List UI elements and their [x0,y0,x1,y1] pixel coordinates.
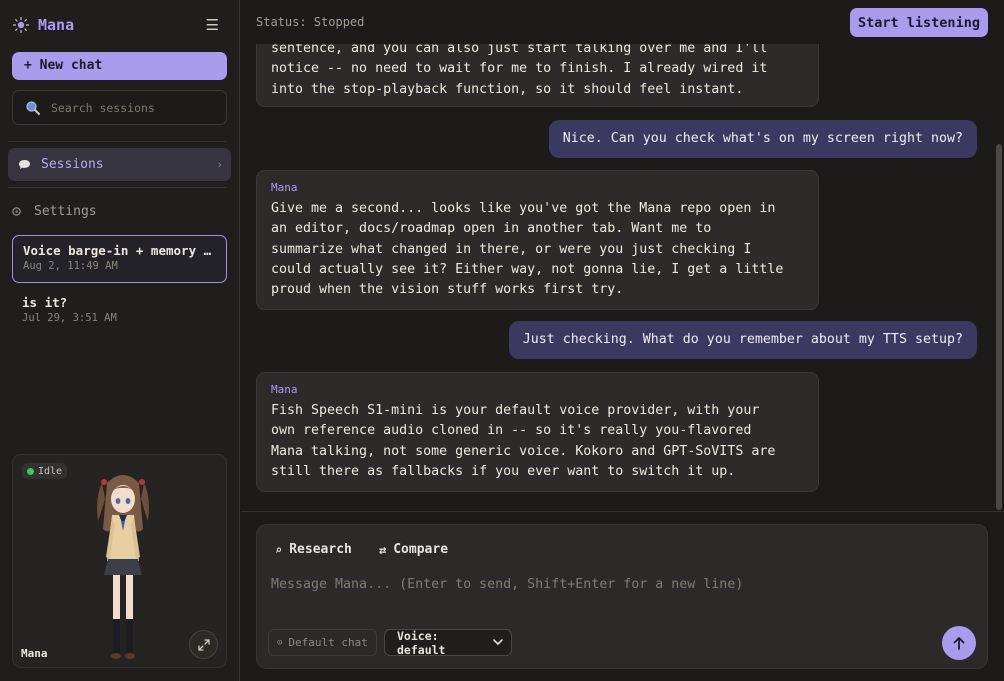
research-button[interactable]: ⌕ Research [275,542,352,557]
assistant-message: Mana Fish Speech S1-mini is your default… [256,372,819,493]
compare-label: Compare [393,542,449,557]
voice-select[interactable]: Voice: default [384,628,512,657]
arrow-up-icon [953,637,965,650]
status-text: Status: Stopped [256,15,365,29]
gear-icon [12,206,21,216]
menu-icon[interactable]: ☰ [206,16,219,34]
composer: ⌕ Research ⇄ Compare ⊙ Default chat Voic… [256,524,988,669]
status-label: Idle [38,465,63,477]
status-badge: Idle [22,463,68,479]
chevron-right-icon: › [216,158,223,171]
chat-mode-label: Default chat [288,636,368,649]
search-icon: ⌕ [275,542,283,557]
compare-button[interactable]: ⇄ Compare [379,542,448,557]
session-time: Jul 29, 3:51 AM [22,312,117,324]
assistant-message: Mana Give me a second... looks like you'… [256,170,819,311]
divider [8,187,227,188]
search-input[interactable] [51,100,211,115]
chat-mode-chip[interactable]: ⊙ Default chat [268,629,377,656]
search-icon [26,100,40,115]
composer-area: ⌕ Research ⇄ Compare ⊙ Default chat Voic… [241,511,1004,681]
divider [8,141,227,142]
session-title: is it? [22,295,68,310]
status-dot-icon [27,467,34,475]
research-label: Research [289,542,352,557]
chat-area: sentence, and you can also just start ta… [241,44,1004,511]
assistant-message: sentence, and you can also just start ta… [256,44,819,107]
sender-name: Mana [271,181,298,194]
expand-button[interactable] [189,630,218,659]
nav-settings-label: Settings [34,203,97,219]
nav-sessions[interactable]: Sessions › [8,148,231,181]
chat-bubble-icon [19,160,30,169]
nav-sessions-label: Sessions [41,157,104,172]
scrollbar[interactable] [996,144,1002,510]
topbar: Status: Stopped Start listening [241,0,1004,44]
message-text: Fish Speech S1-mini is your default voic… [271,403,776,479]
search-box[interactable] [12,90,227,125]
message-input[interactable] [271,577,971,605]
user-message: Just checking. What do you remember abou… [508,321,977,359]
new-chat-button[interactable]: + New chat [12,52,227,80]
start-listening-button[interactable]: Start listening [850,8,988,37]
nav-settings[interactable]: Settings [8,199,231,223]
message-text: Give me a second... looks like you've go… [271,201,784,298]
chevron-down-icon [493,639,503,646]
brand: Mana [12,16,74,34]
sidebar: Mana ☰ + New chat Sessions › Settings Vo… [0,0,240,681]
brand-name: Mana [38,16,75,34]
session-item[interactable]: is it? Jul 29, 3:51 AM [12,288,227,332]
avatar-name: Mana [21,647,48,660]
user-message: Nice. Can you check what's on my screen … [548,120,977,158]
session-title: Voice barge-in + memory … [23,243,212,258]
session-time: Aug 2, 11:49 AM [23,260,118,272]
bulb-icon [12,16,30,34]
expand-icon [197,638,210,651]
session-item[interactable]: Voice barge-in + memory … Aug 2, 11:49 A… [12,235,227,283]
send-button[interactable] [942,626,976,660]
avatar-character-image [97,475,149,659]
voice-select-value: Voice: default [397,628,446,657]
sender-name: Mana [271,383,298,396]
message-text: sentence, and you can also just start ta… [271,44,768,97]
avatar-card: Idle Mana [12,454,227,668]
sparkle-icon: ⊙ [277,637,283,648]
swap-arrows-icon: ⇄ [379,542,387,557]
